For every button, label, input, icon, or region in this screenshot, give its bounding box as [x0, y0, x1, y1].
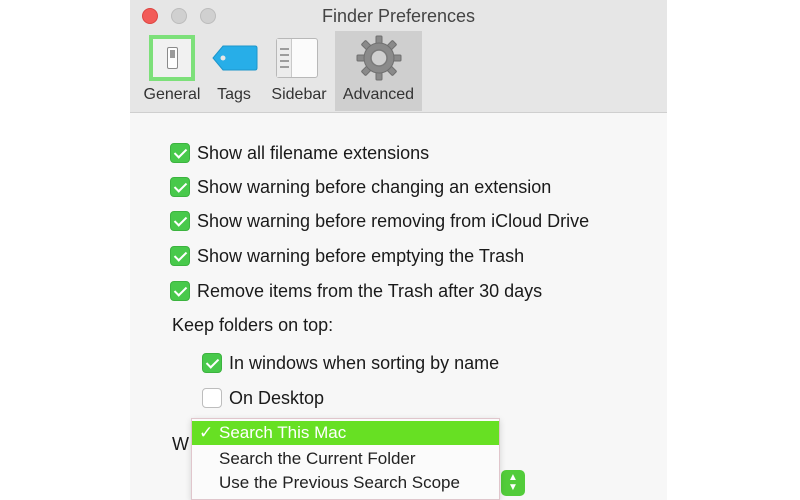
remove-trash-30-days-option[interactable]: Remove items from the Trash after 30 day… [170, 279, 542, 303]
folders-top-windows-option[interactable]: In windows when sorting by name [202, 351, 499, 375]
menu-item-label: Use the Previous Search Scope [219, 473, 460, 492]
finder-preferences-window: Finder Preferences General Tags Sidebar … [130, 0, 667, 500]
remove-trash-30-days-checkbox[interactable] [170, 281, 190, 301]
menu-item-search-this-mac[interactable]: ✓ Search This Mac [192, 421, 499, 445]
tab-advanced-label: Advanced [342, 86, 415, 103]
folders-top-desktop-option[interactable]: On Desktop [202, 386, 324, 410]
warn-empty-trash-label: Show warning before emptying the Trash [197, 245, 525, 266]
preferences-toolbar: General Tags Sidebar Advanced [130, 31, 667, 111]
folders-top-windows-checkbox[interactable] [202, 353, 222, 373]
menu-item-label: Search the Current Folder [219, 449, 416, 468]
sidebar-icon [276, 38, 318, 78]
menu-item-search-current-folder[interactable]: Search the Current Folder [192, 447, 499, 471]
warn-icloud-removal-checkbox[interactable] [170, 211, 190, 231]
warn-empty-trash-checkbox[interactable] [170, 246, 190, 266]
tab-sidebar[interactable]: Sidebar [264, 31, 334, 111]
show-extensions-label: Show all filename extensions [197, 142, 430, 163]
warn-empty-trash-option[interactable]: Show warning before emptying the Trash [170, 244, 524, 268]
show-extensions-checkbox[interactable] [170, 143, 190, 163]
warn-change-extension-option[interactable]: Show warning before changing an extensio… [170, 175, 551, 199]
show-extensions-option[interactable]: Show all filename extensions [170, 141, 429, 165]
general-switch-icon [149, 35, 195, 81]
warn-change-extension-checkbox[interactable] [170, 177, 190, 197]
tab-advanced[interactable]: Advanced [335, 31, 422, 111]
remove-trash-30-days-label: Remove items from the Trash after 30 day… [197, 280, 543, 301]
tab-tags-label: Tags [217, 86, 251, 103]
warn-icloud-removal-label: Show warning before removing from iCloud… [197, 210, 590, 231]
keep-folders-heading: Keep folders on top: [172, 315, 334, 335]
title-bar: Finder Preferences General Tags Sidebar … [130, 0, 667, 113]
folders-top-desktop-label: On Desktop [229, 387, 325, 408]
tab-sidebar-label: Sidebar [271, 86, 327, 103]
window-title: Finder Preferences [321, 6, 476, 26]
folders-top-desktop-checkbox[interactable] [202, 388, 222, 408]
advanced-pane: Show all filename extensions Show warnin… [130, 114, 667, 500]
folders-top-windows-label: In windows when sorting by name [229, 352, 500, 373]
chevron-down-icon: ▼ [508, 482, 518, 493]
search-scope-label: Wh [172, 434, 190, 454]
tag-icon [212, 45, 258, 71]
menu-item-previous-scope[interactable]: Use the Previous Search Scope [192, 471, 499, 495]
search-scope-popup-arrows[interactable]: ▲ ▼ [501, 470, 525, 496]
menu-item-label: Search This Mac [219, 423, 347, 442]
warn-change-extension-label: Show warning before changing an extensio… [197, 176, 552, 197]
checkmark-icon: ✓ [199, 423, 214, 442]
gear-icon [356, 35, 402, 81]
tab-tags[interactable]: Tags [209, 31, 259, 111]
search-scope-menu: ✓ Search This Mac Search the Current Fol… [191, 418, 500, 500]
tab-general-label: General [143, 86, 201, 103]
tab-general[interactable]: General [139, 31, 205, 111]
warn-icloud-removal-option[interactable]: Show warning before removing from iCloud… [170, 209, 589, 233]
